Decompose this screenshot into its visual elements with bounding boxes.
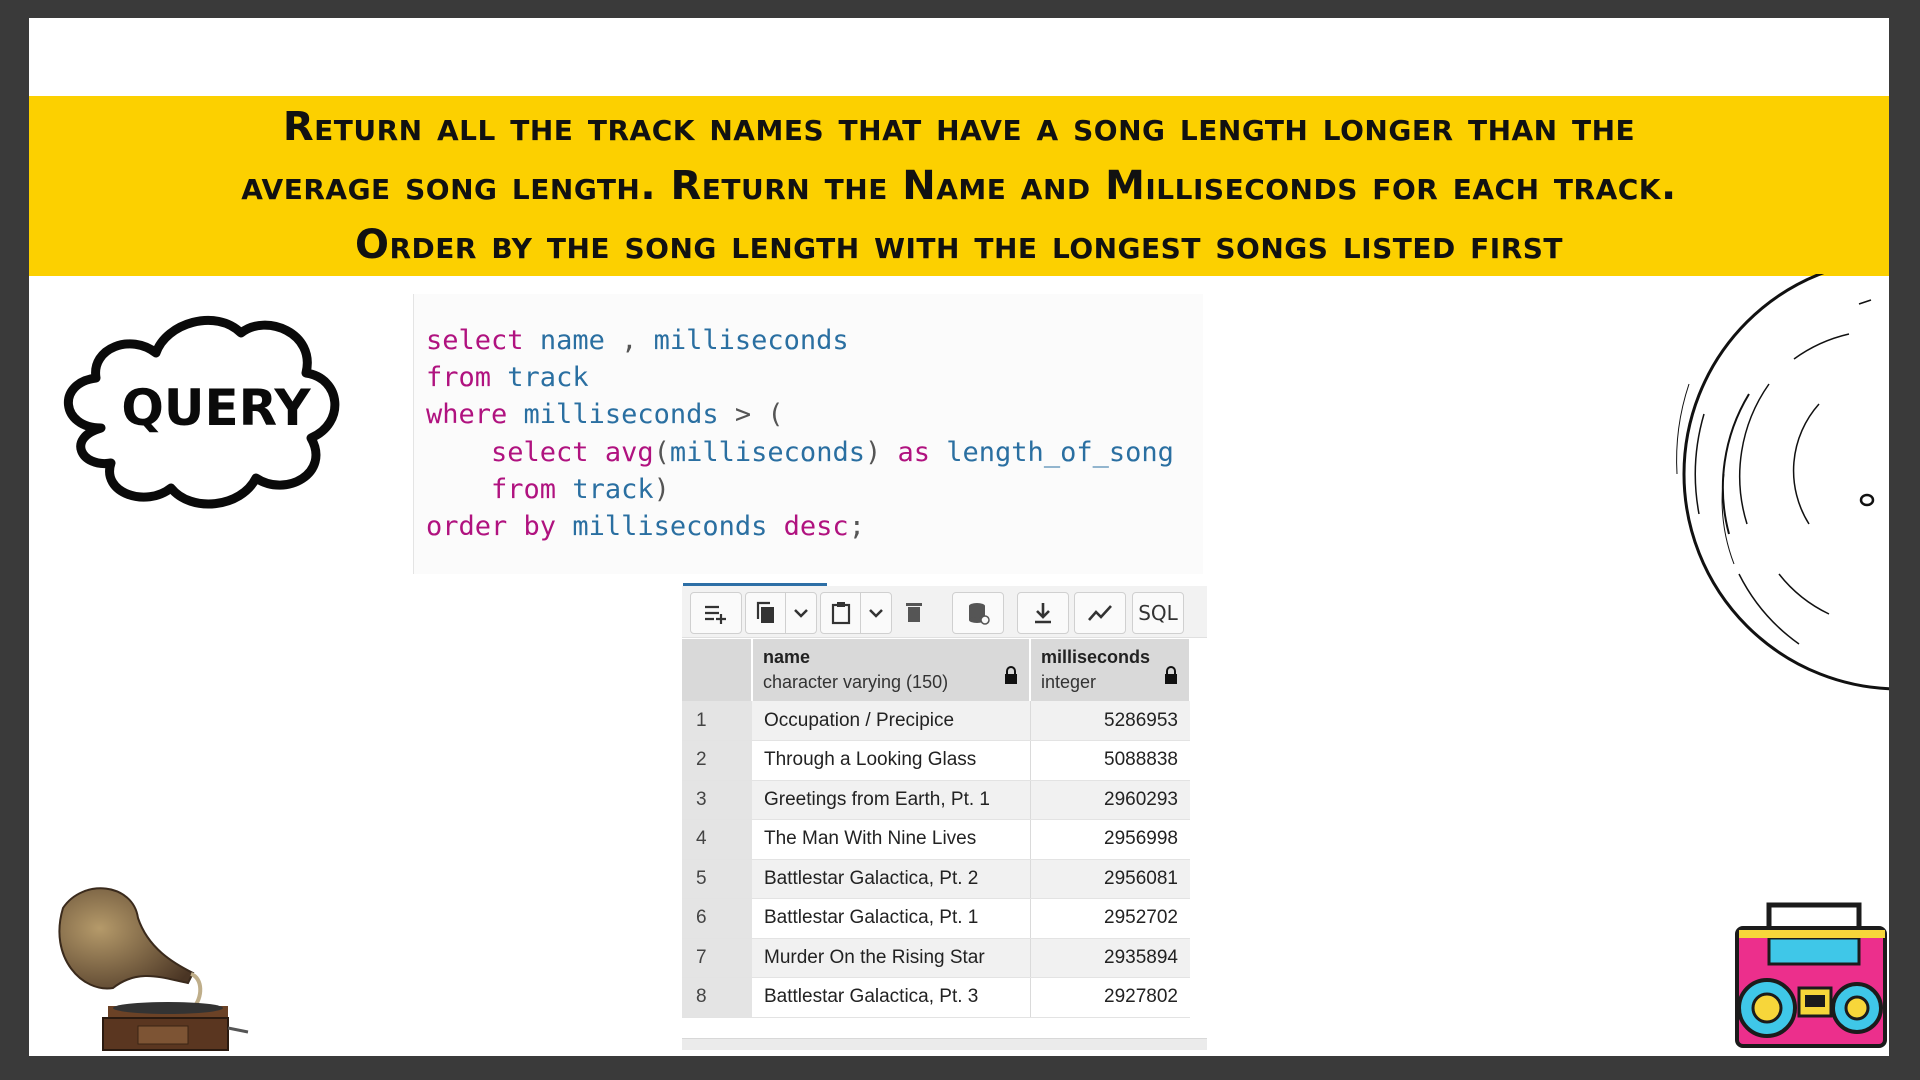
lock-icon	[1165, 666, 1177, 684]
copy-button[interactable]	[746, 593, 786, 633]
boombox-icon	[1735, 902, 1887, 1048]
add-row-icon	[705, 605, 726, 624]
delete-button[interactable]	[894, 592, 934, 632]
vinyl-record-icon	[1676, 274, 1889, 691]
save-data-button[interactable]	[953, 593, 1003, 633]
results-grid: SQL name character varying (150) millise…	[682, 583, 1207, 1053]
graph-icon	[1088, 605, 1112, 621]
query-cloud: QUERY	[41, 288, 381, 518]
column-header-milliseconds[interactable]: milliseconds integer	[1030, 639, 1191, 701]
table-row[interactable]: 4 The Man With Nine Lives 2956998	[682, 819, 1190, 860]
copy-icon	[756, 601, 774, 623]
table-row[interactable]: 2 Through a Looking Glass 5088838	[682, 740, 1190, 781]
paste-options-button[interactable]	[861, 593, 891, 633]
gramophone-icon	[58, 887, 249, 1051]
paste-icon	[831, 602, 850, 625]
table-row[interactable]: 3 Greetings from Earth, Pt. 1 2960293	[682, 780, 1190, 820]
grid-horizontal-scrollbar[interactable]	[682, 1038, 1207, 1050]
download-button[interactable]	[1018, 593, 1068, 633]
delete-icon	[906, 603, 922, 622]
column-header-name[interactable]: name character varying (150)	[752, 639, 1031, 701]
paste-button[interactable]	[821, 593, 861, 633]
table-row[interactable]: 7 Murder On the Rising Star 2935894	[682, 938, 1190, 978]
chevron-down-icon	[869, 609, 883, 618]
row-number-header	[682, 639, 753, 701]
question-banner: Return all the track names that have a s…	[29, 96, 1889, 276]
save-data-icon	[969, 603, 990, 625]
question-text: Return all the track names that have a s…	[241, 103, 1677, 268]
results-table: name character varying (150) millisecond…	[682, 639, 1191, 1018]
add-row-button[interactable]	[691, 593, 741, 633]
sql-button[interactable]: SQL	[1133, 593, 1183, 633]
table-row[interactable]: 5 Battlestar Galactica, Pt. 2 2956081	[682, 859, 1190, 899]
sql-code-block: select name , milliseconds from track wh…	[413, 294, 1203, 574]
chevron-down-icon	[794, 609, 808, 618]
copy-options-button[interactable]	[786, 593, 816, 633]
graph-visualiser-button[interactable]	[1075, 593, 1125, 633]
lock-icon	[1005, 666, 1017, 684]
table-row[interactable]: 1 Occupation / Precipice 5286953	[682, 701, 1190, 741]
slide: Return all the track names that have a s…	[29, 18, 1889, 1056]
download-icon	[1035, 603, 1051, 624]
grid-toolbar: SQL	[682, 586, 1207, 638]
table-row[interactable]: 6 Battlestar Galactica, Pt. 1 2952702	[682, 898, 1190, 939]
query-label: QUERY	[121, 379, 311, 437]
table-row[interactable]: 8 Battlestar Galactica, Pt. 3 2927802	[682, 977, 1190, 1018]
